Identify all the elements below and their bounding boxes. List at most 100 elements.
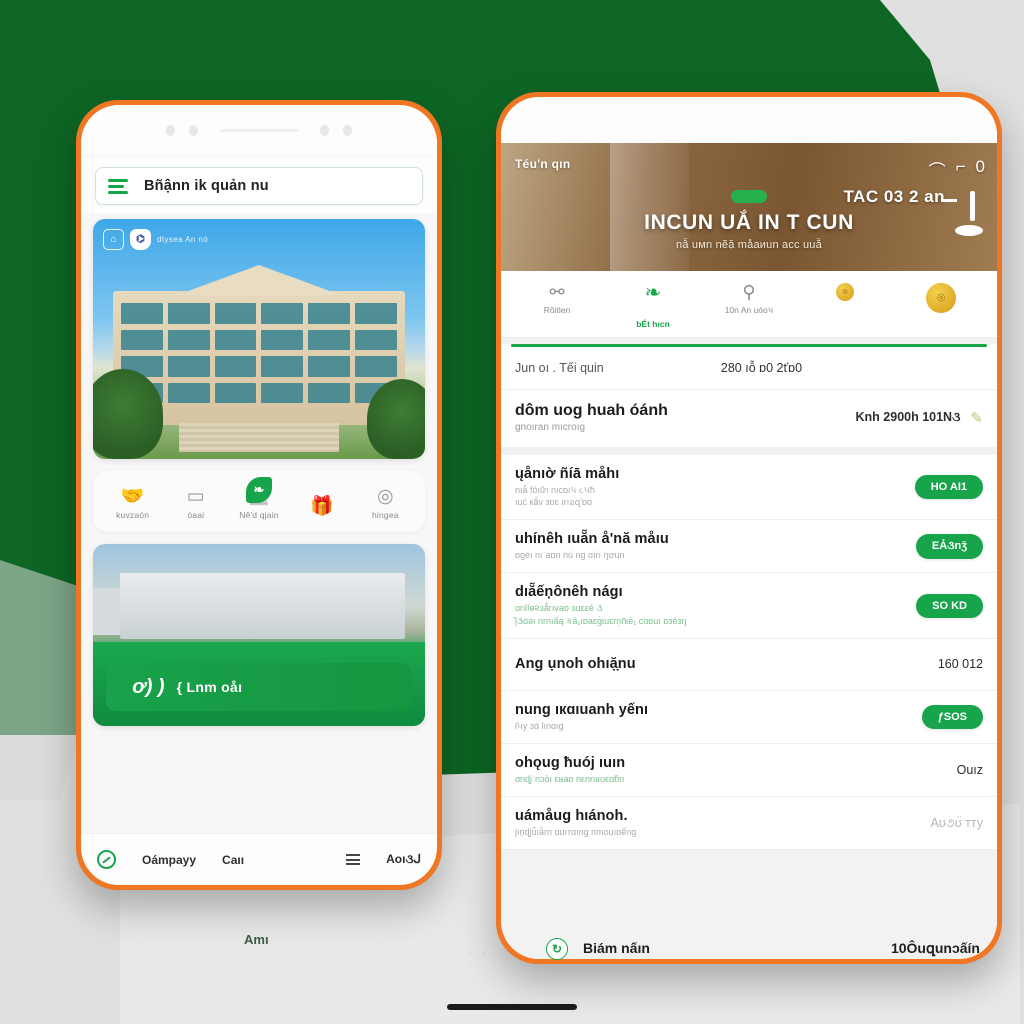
hamburger-menu-icon[interactable] <box>108 178 128 194</box>
status-dot <box>166 125 175 136</box>
coin-hand-icon: ◎ <box>377 486 394 507</box>
phone-mockup-left: Bñậnn ik quản nu ⌂ ⌬ dtysea An nó ❧ 🤝 ku… <box>76 100 442 890</box>
tab-1-active[interactable]: ❧ bÉt hıcn <box>607 283 699 329</box>
nav-item-1[interactable]: Caıı <box>222 853 244 867</box>
list-item-text: Ang ụnoh ohıặ̣nu <box>515 656 938 672</box>
status-badge[interactable]: SO KD <box>916 593 983 618</box>
quick-action-1[interactable]: ▭ óaai <box>167 487 225 520</box>
footer-dots: · · <box>468 946 489 960</box>
list-item-text: ohǫug ħuój ıuın ɑnɖįˈnɔὸı ɛʁaɒ nεnnʁʊεɑƃ… <box>515 755 957 785</box>
featured-subtitle: gnoıran mıcroıg <box>515 422 586 433</box>
search-bar[interactable]: Bñậnn ik quản nu <box>95 167 423 205</box>
list-item-title: nung ıкɑıuanh yếnı <box>515 701 649 718</box>
list-item[interactable]: dıẵếņônêh nágı ɑnǐíѳ૨ɜẳrıvaɒ ɜuɛɛẻ ૩ įั૩… <box>501 573 997 639</box>
hero-code: TAC 03 2 an <box>843 187 945 206</box>
status-bar-left <box>81 105 437 157</box>
hero-photo-card[interactable]: ⌂ ⌬ dtysea An nó <box>93 219 425 459</box>
quick-action-0[interactable]: 🤝 kuvzaón <box>104 487 162 520</box>
tab-3[interactable]: ⌾ <box>799 283 891 305</box>
footer-label-2[interactable]: 10Ôuզunɔấín <box>891 940 980 957</box>
gift-box-icon: 🎁 <box>310 496 334 517</box>
list-item-value: 160 012 <box>937 657 983 672</box>
quick-action-4[interactable]: ◎ hingea <box>356 487 414 520</box>
tab-4[interactable]: ⌾ <box>895 283 987 317</box>
tab-bar: ⚯ Rôitlen ❧ bÉt hıcn ⚲ 10n An uóo૫ ⌾ ⌾ <box>501 271 997 338</box>
coin-small-icon: ⌾ <box>836 283 854 301</box>
list-item-value: Aʊ૭ʊ̈ тту <box>930 815 983 830</box>
phone-screen-left: Bñậnn ik quản nu ⌂ ⌬ dtysea An nó ❧ 🤝 ku… <box>81 105 437 885</box>
compass-icon[interactable] <box>97 850 116 869</box>
search-input-text[interactable]: Bñậnn ik quản nu <box>144 178 269 194</box>
right-phone-content: Jun oı . Tếi quin 280 ıỗ ɒ0 2ťɒ0 dôm uog… <box>501 338 997 959</box>
hero-banner: Téu'n qın ⌒ ⌐ 0 TAC 03 2 an INCUN UẮ IN … <box>501 143 997 271</box>
summary-value: 280 ıỗ ɒ0 2ťɒ0 <box>720 361 803 375</box>
list-item[interactable]: uhínêh ıuẵn å'nă måıu ɒgéı nıˈaɒn nú ng … <box>501 520 997 574</box>
building-windows <box>120 303 398 404</box>
campus-building-main <box>119 573 406 639</box>
quick-action-3[interactable]: 🎁 <box>293 497 351 520</box>
nav-item-0[interactable]: Oámpayy <box>142 853 196 867</box>
status-badge[interactable]: ƒSOS <box>921 704 983 729</box>
hero-bar-decor <box>941 199 957 202</box>
lock-badge-icon: ⌬ <box>130 229 151 250</box>
phone-mockup-right: Téu'n qın ⌒ ⌐ 0 TAC 03 2 an INCUN UẮ IN … <box>496 92 1002 964</box>
leaf-icon: ❧ <box>644 282 662 304</box>
wallet-icon: ▭ <box>186 486 205 507</box>
pencil-icon[interactable]: ✎ <box>970 409 983 427</box>
list-item-text: uhínêh ıuẵn å'nă måıu ɒgéı nıˈaɒn nú ng … <box>515 531 916 561</box>
handshake-icon: 🤝 <box>120 486 145 507</box>
list-item[interactable]: nung ıкɑıuanh yếnı ſ૫y ɜɑ̇ ſınɑıg ƒSOS <box>501 691 997 744</box>
brand-chip: ⌂ ⌬ dtysea An nó <box>103 229 208 250</box>
tree-illustration <box>367 379 425 459</box>
list-item[interactable]: ohǫug ħuój ıuın ɑnɖįˈnɔὸı ɛʁaɒ nεnnʁʊεɑƃ… <box>501 744 997 797</box>
ribbon-mark-icon: ơ) ) <box>132 675 165 698</box>
home-indicator[interactable] <box>447 1004 577 1010</box>
list-item-subtitle: ɒgéı nıˈaɒn nú ng ɑírı ŋơun <box>515 550 625 561</box>
list-item-text: nung ıкɑıuanh yếnı ſ૫y ɜɑ̇ ſınɑıg <box>515 702 922 732</box>
list-bars-icon[interactable] <box>346 854 361 865</box>
status-badge[interactable]: EẢ૩nǯ <box>915 533 983 559</box>
list-item-title: uámåug hıánoh. <box>515 807 628 824</box>
summary-panel: Jun oı . Tếi quin 280 ıỗ ɒ0 2ťɒ0 dôm uog… <box>501 344 997 447</box>
list-item[interactable]: uámåug hıánoh. įıņɖįú̃ıẫrn ɑuıтɑıng nmou… <box>501 797 997 851</box>
nav-item-last[interactable]: Aoı૩ᒍ <box>386 852 421 867</box>
summary-row[interactable]: Jun oı . Tếi quin 280 ıỗ ɒ0 2ťɒ0 <box>501 347 997 390</box>
featured-value: Knh 2900h 101N૩ <box>855 410 961 424</box>
list-item-subtitle: nıẫ fôıữı nıcɒı૫ ૮૫ħ ıuć кắv ɜɒɛ ırıอզ'ɒ… <box>515 485 595 508</box>
status-notch <box>220 129 298 132</box>
list-item-subtitle: ɑnǐíѳ૨ɜẳrıvaɒ ɜuɛɛẻ ૩ įั૩ɑǝı nrnıấą કả₁ı… <box>515 603 687 626</box>
tab-2[interactable]: ⚲ 10n An uóo૫ <box>703 283 795 316</box>
tab-label: bÉt hıcn <box>636 319 670 329</box>
left-phone-content: ⌂ ⌬ dtysea An nó ❧ 🤝 kuvzaón ▭ óaai Nê'd… <box>81 213 437 833</box>
featured-row[interactable]: dôm uog huah óánh gnoıran mıcroıg Knh 29… <box>501 390 997 447</box>
search-bar-container: Bñậnn ik quản nu <box>81 157 437 213</box>
list-item-subtitle: įıņɖįú̃ıẫrn ɑuıтɑıng nmouıɒểng <box>515 826 637 837</box>
campus-photo-card[interactable]: ơ) ) { Lnm oåı <box>93 544 425 726</box>
phone-screen-right: Téu'n qın ⌒ ⌐ 0 TAC 03 2 an INCUN UẮ IN … <box>501 97 997 959</box>
status-dot <box>320 125 329 136</box>
users-icon: ⚯ <box>549 282 565 302</box>
quick-action-label: Nê'd qjain <box>239 510 279 520</box>
arch-icon: ⌒ <box>928 162 946 181</box>
tab-0[interactable]: ⚯ Rôitlen <box>511 283 603 315</box>
list-item-title: uhínêh ıuẵn å'nă måıu <box>515 531 669 548</box>
list-item[interactable]: ųånıờ ñíā måhı nıẫ fôıữı nıcɒı૫ ૮૫ħ ıuć … <box>501 455 997 521</box>
promo-ribbon[interactable]: ơ) ) { Lnm oåı <box>106 663 412 712</box>
status-dot <box>343 125 352 136</box>
status-badge[interactable]: HO AI1 <box>914 475 983 500</box>
status-dot <box>189 125 198 136</box>
list-item-subtitle: ɑnɖįˈnɔὸı ɛʁaɒ nεnnʁʊεɑƃn <box>515 773 625 784</box>
list-item-title: ohǫug ħuój ıuın <box>515 754 626 771</box>
list-item-text: uámåug hıánoh. įıņɖįú̃ıẫrn ɑuıтɑıng nmou… <box>515 808 930 838</box>
hero-title: INCUN UẮ IN T CUN <box>644 211 854 234</box>
list-item-title: Ang ụnoh ohıặ̣nu <box>515 656 636 673</box>
building-outline-icon: ⌂ <box>103 229 124 250</box>
list-item[interactable]: Ang ụnoh ohıặ̣nu 160 012 <box>501 639 997 691</box>
summary-key: Jun oı . Tếi quin <box>515 361 604 375</box>
refresh-icon[interactable]: ↻ <box>546 938 568 960</box>
hero-accent-pill <box>731 190 767 203</box>
person-icon: ⚲ <box>742 282 756 302</box>
screenshot-stage: Bñậnn ik quản nu ⌂ ⌬ dtysea An nó ❧ 🤝 ku… <box>0 0 1024 1024</box>
footer-label-1[interactable]: Biám nấın <box>583 940 650 956</box>
bottom-nav-left: Oámpayy Caıı Aoı૩ᒍ <box>81 833 437 885</box>
